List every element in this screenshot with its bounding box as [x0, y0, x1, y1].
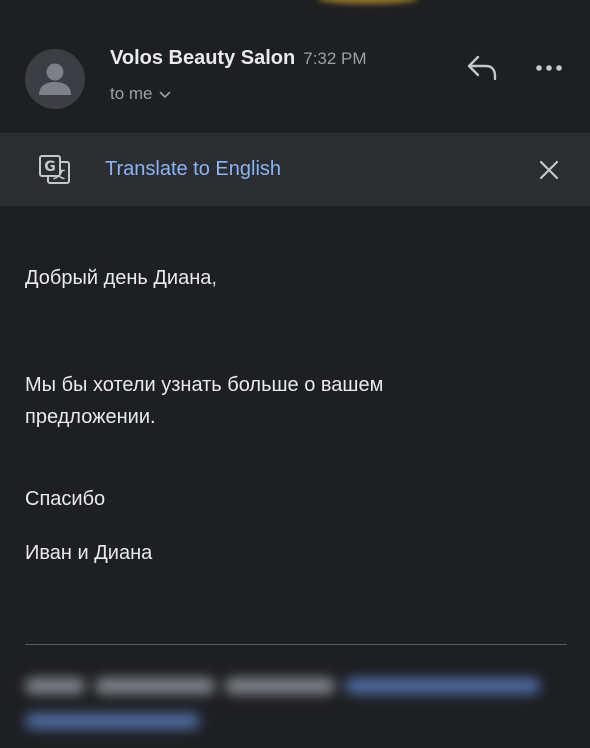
- reply-button[interactable]: [462, 52, 502, 84]
- email-thanks: Спасибо: [25, 488, 106, 510]
- sender-name: Volos Beauty Salon: [110, 47, 296, 69]
- chevron-down-icon: [159, 84, 171, 104]
- email-signature: Иван и Диана: [25, 542, 153, 564]
- person-avatar-icon[interactable]: [25, 49, 85, 109]
- translate-to-english-link[interactable]: Translate to English: [105, 158, 281, 181]
- close-translate-button[interactable]: [536, 157, 562, 183]
- recipient-details-toggle[interactable]: to me: [110, 84, 171, 104]
- close-x-icon: [536, 160, 562, 187]
- email-time: 7:32 PM: [303, 49, 367, 68]
- more-options-button[interactable]: [530, 56, 570, 80]
- recipient-label: to me: [110, 84, 153, 103]
- reply-arrow-icon: [462, 55, 502, 88]
- email-header: Volos Beauty Salon 7:32 PM to me: [0, 0, 590, 132]
- svg-text:G: G: [44, 159, 56, 175]
- google-translate-icon: 文 G: [38, 154, 72, 186]
- sender-line: Volos Beauty Salon 7:32 PM: [110, 47, 367, 70]
- more-horizontal-icon: [530, 65, 570, 84]
- quoted-divider: [25, 644, 567, 645]
- email-paragraph: Мы бы хотели узнать больше о вашем предл…: [25, 374, 384, 428]
- email-greeting: Добрый день Диана,: [25, 267, 217, 289]
- translate-bar: 文 G Translate to English: [0, 133, 590, 206]
- blurred-quoted-text: [25, 678, 570, 748]
